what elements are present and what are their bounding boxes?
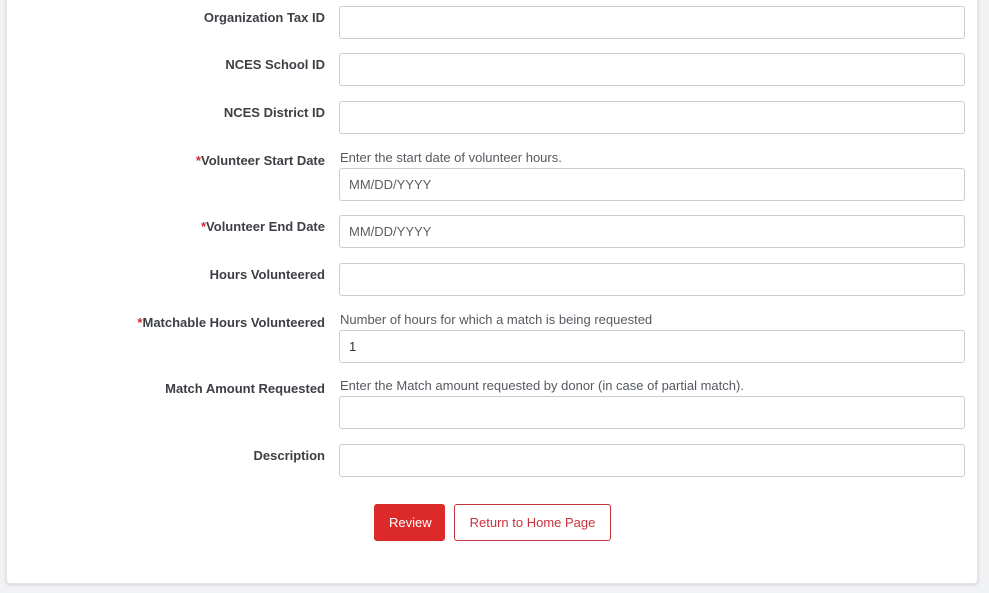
volunteer-start-date-input[interactable] [339,168,965,201]
match-amount-requested-input[interactable] [339,396,965,429]
label-volunteer-start-date: *Volunteer Start Date [196,153,325,169]
nces-school-id-input[interactable] [339,53,965,86]
label-organization-tax-id: Organization Tax ID [204,10,325,26]
label-nces-school-id: NCES School ID [225,57,325,73]
volunteer-end-date-input[interactable] [339,215,965,248]
label-text: Matchable Hours Volunteered [142,315,325,330]
label-text: Volunteer End Date [206,219,325,234]
label-text: Organization Tax ID [203,10,325,25]
help-match-amount-requested: Enter the Match amount requested by dono… [340,378,744,393]
label-text: Hours Volunteered [209,267,325,282]
label-matchable-hours-volunteered: *Matchable Hours Volunteered [137,315,325,331]
review-button[interactable]: Review [374,504,445,541]
label-description: Description [253,448,325,464]
label-match-amount-requested: Match Amount Requested [165,381,325,397]
label-text: NCES School ID [225,57,325,72]
label-hours-volunteered: Hours Volunteered [210,267,325,283]
description-input[interactable] [339,444,965,477]
help-volunteer-start-date: Enter the start date of volunteer hours. [340,150,562,165]
label-text: Description [253,448,325,463]
help-matchable-hours-volunteered: Number of hours for which a match is bei… [340,312,653,327]
return-home-button[interactable]: Return to Home Page [454,504,611,541]
label-nces-district-id: NCES District ID [224,105,325,121]
matchable-hours-volunteered-input[interactable] [339,330,965,363]
label-text: NCES District ID [223,105,325,120]
hours-volunteered-input[interactable] [339,263,965,296]
label-text: Volunteer Start Date [200,153,325,168]
label-volunteer-end-date: *Volunteer End Date [201,219,325,235]
label-text: Match Amount Requested [165,381,325,396]
nces-district-id-input[interactable] [339,101,965,134]
organization-tax-id-input[interactable] [339,6,965,39]
